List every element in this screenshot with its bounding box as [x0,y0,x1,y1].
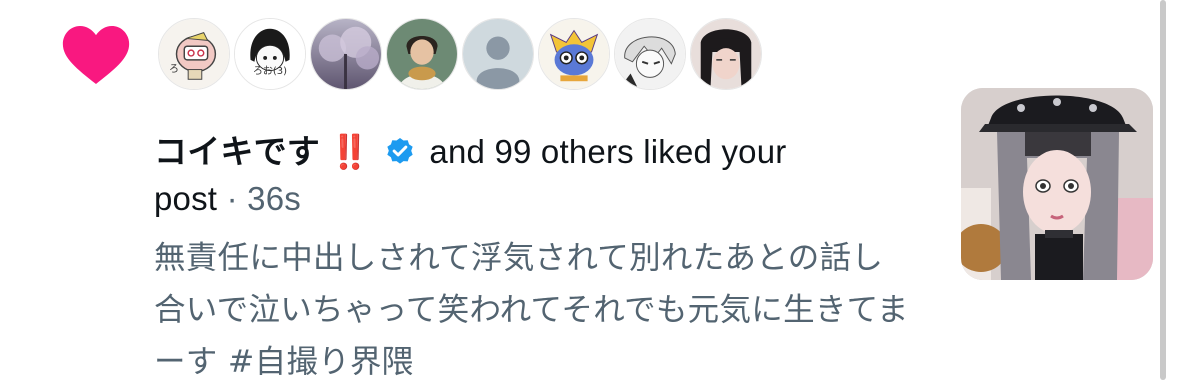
avatar[interactable]: ろ [158,18,230,90]
notification-headline: コイキです ‼️ and 99 others liked your post ·… [154,128,854,222]
avatar[interactable] [310,18,382,90]
liker-name-link[interactable]: コイキです [154,132,320,171]
timestamp: 36s [247,180,301,217]
avatar[interactable] [690,18,762,90]
notification-row[interactable]: ろ ろお(3) コイキです ‼️ and 99 others liked you… [0,0,1179,380]
avatar-caption: ろお(3) [252,66,288,77]
avatar-default-icon[interactable] [462,18,534,90]
avatar-caption: ろ [169,64,179,75]
verified-badge-icon [387,138,413,164]
time-separator: · [226,180,238,217]
avatar[interactable]: ろお(3) [234,18,306,90]
avatar[interactable] [538,18,610,90]
heart-icon [62,26,130,84]
post-thumbnail[interactable] [961,88,1153,280]
post-text[interactable]: 無責任に中出しされて浮気されて別れたあとの話し合いで泣いちゃって笑われてそれでも… [154,232,914,380]
avatar[interactable] [614,18,686,90]
double-exclamation-emoji: ‼️ [329,133,371,170]
scrollbar[interactable] [1160,0,1166,380]
avatar[interactable] [386,18,458,90]
liker-avatars: ろ ろお(3) [158,18,762,92]
